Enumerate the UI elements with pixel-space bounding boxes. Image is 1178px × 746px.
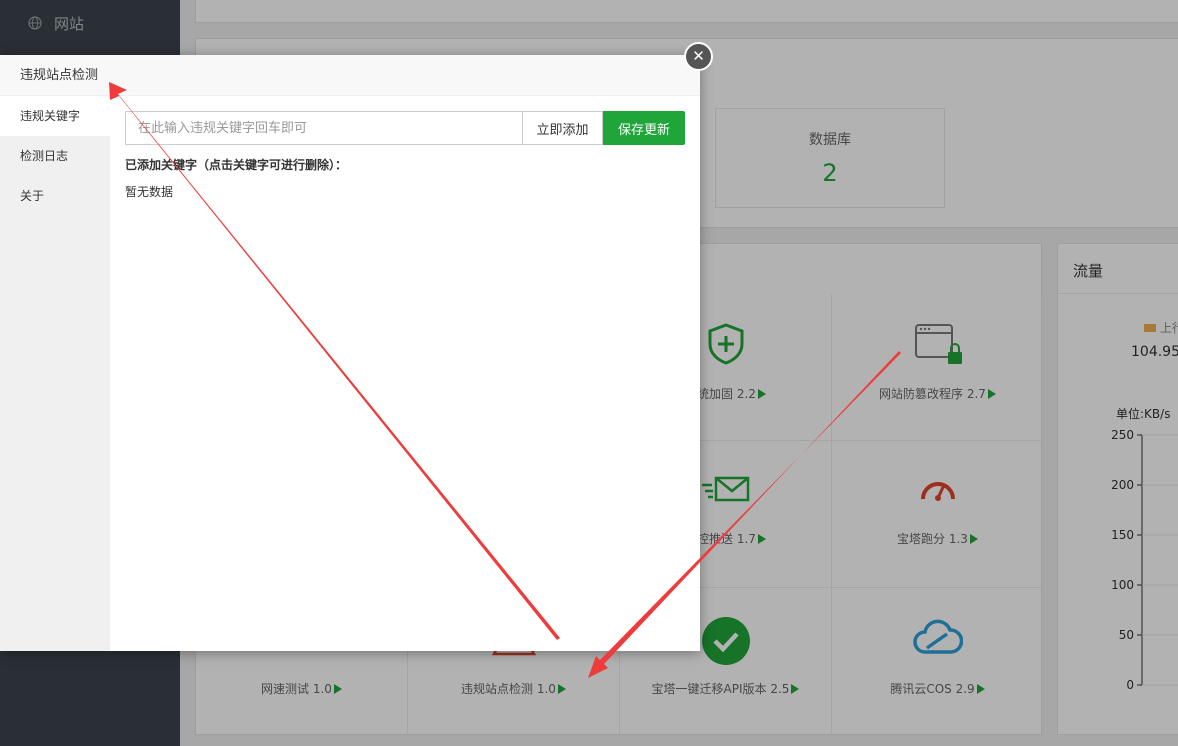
nav-item-logs[interactable]: 检测日志 xyxy=(0,136,110,176)
nav-item-keywords[interactable]: 违规关键字 xyxy=(0,96,110,136)
add-keyword-button[interactable]: 立即添加 xyxy=(522,111,603,145)
save-update-button[interactable]: 保存更新 xyxy=(603,111,685,145)
modal-title: 违规站点检测 xyxy=(0,55,700,96)
added-keywords-label: 已添加关键字（点击关键字可进行删除）： xyxy=(125,158,348,172)
nav-item-about[interactable]: 关于 xyxy=(0,176,110,216)
close-icon[interactable]: ✕ xyxy=(684,42,713,71)
modal-body: 立即添加 保存更新 已添加关键字（点击关键字可进行删除）： 暂无数据 xyxy=(110,96,700,651)
empty-state-text: 暂无数据 xyxy=(125,185,174,199)
modal-nav: 违规关键字 检测日志 关于 xyxy=(0,96,110,651)
keyword-input[interactable] xyxy=(125,111,523,145)
plugin-modal: 违规站点检测 违规关键字 检测日志 关于 立即添加 保存更新 已添加关键字（点击… xyxy=(0,55,700,651)
